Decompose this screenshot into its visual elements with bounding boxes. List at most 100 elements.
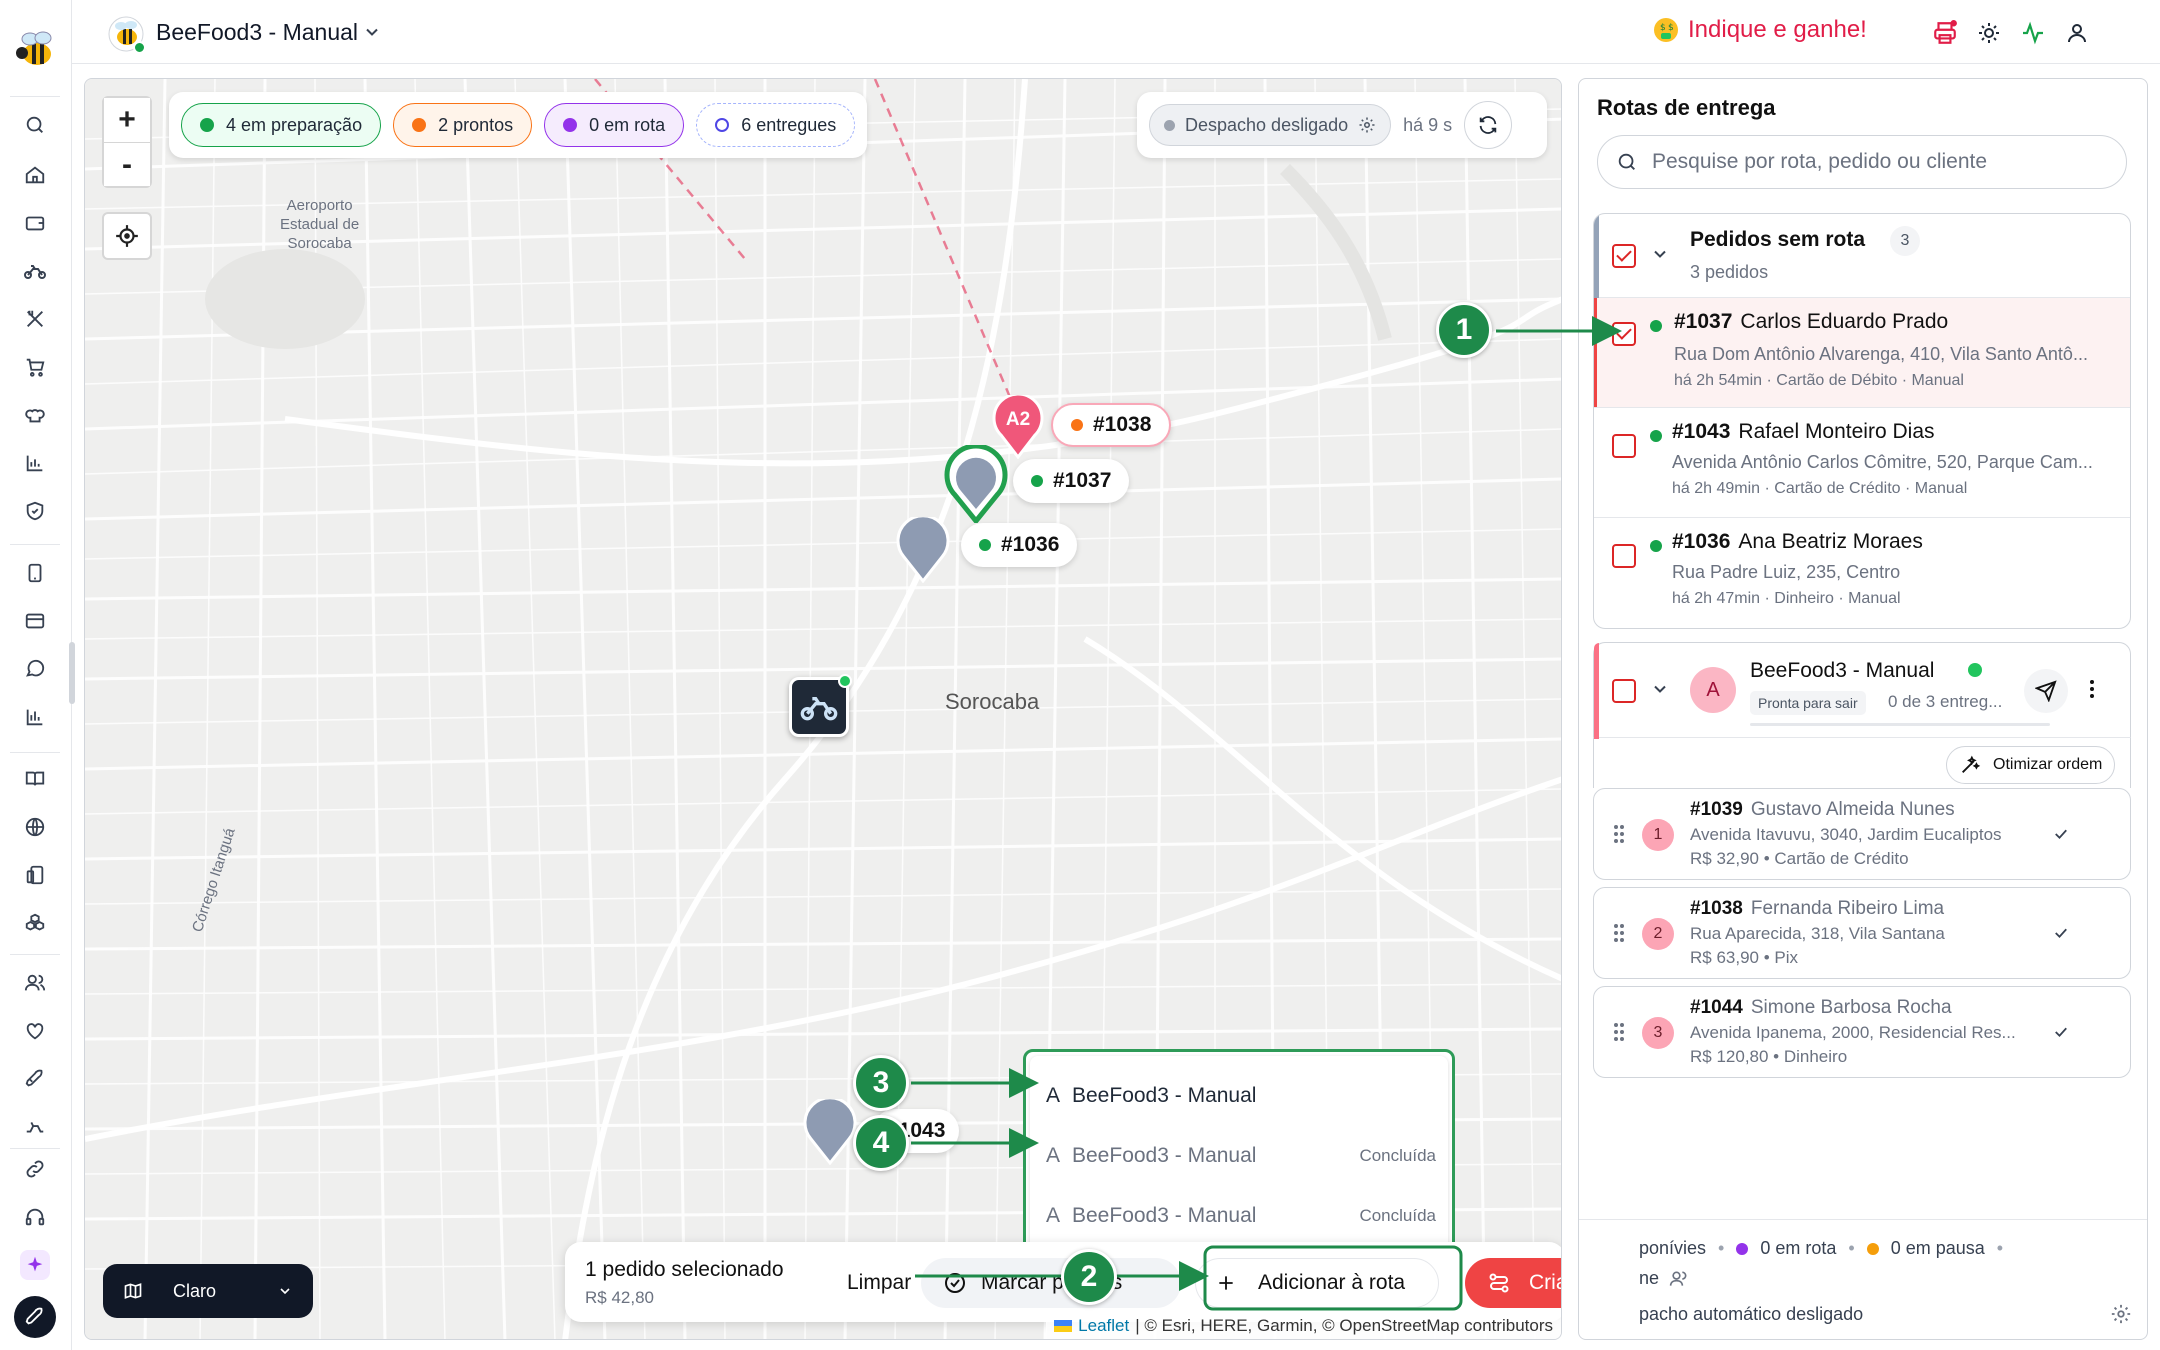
headset-icon[interactable] (20, 1202, 50, 1232)
clear-button[interactable]: Limpar (835, 1260, 923, 1306)
rail-resize-handle[interactable] (69, 642, 75, 704)
rail-divider (10, 954, 60, 955)
locate-icon[interactable] (102, 212, 152, 260)
refresh-icon[interactable] (1464, 101, 1513, 149)
group-header[interactable]: Pedidos sem rota 3 3 pedidos (1594, 214, 2130, 298)
optimize-order-button[interactable]: Otimizar ordem (1946, 746, 2116, 784)
devices-icon[interactable] (20, 860, 50, 890)
create-route-button[interactable]: Criar rota (1465, 1258, 1561, 1308)
motorbike-icon[interactable] (20, 256, 50, 286)
tablet-icon[interactable] (20, 558, 50, 588)
order-pin-1037[interactable] (943, 445, 1009, 523)
order-row[interactable]: #1036 Ana Beatriz Moraes Rua Padre Luiz, … (1594, 518, 2130, 628)
chip-preparing[interactable]: 4 em preparação (181, 103, 382, 147)
link-icon[interactable] (20, 1154, 50, 1184)
mark-ready-button[interactable]: Marcar prontos (921, 1258, 1181, 1308)
order-pin-1036[interactable] (896, 517, 950, 583)
status-dot (1031, 475, 1043, 487)
map-theme-select[interactable]: Claro (103, 1264, 313, 1318)
check-icon[interactable] (2050, 1021, 2072, 1043)
pin-label-1038[interactable]: #1038 (1051, 403, 1172, 447)
store-name[interactable]: BeeFood3 - Manual (156, 19, 358, 46)
delivery-icon[interactable] (20, 1112, 50, 1142)
stop-meta: R$ 32,90 • Cartão de Crédito (1690, 849, 1909, 868)
order-id: #1037 (1674, 310, 1733, 333)
chef-hat-icon[interactable] (20, 400, 50, 430)
chip-in-route[interactable]: 0 em rota (544, 103, 685, 147)
drag-handle-icon[interactable] (1612, 821, 1626, 847)
analytics-icon[interactable] (20, 702, 50, 732)
more-vertical-icon[interactable] (2080, 677, 2104, 701)
zoom-out-button[interactable]: - (104, 142, 150, 186)
sparkles-icon[interactable] (20, 1250, 50, 1280)
pin-label-1036[interactable]: #1036 (961, 523, 1078, 567)
route-stop[interactable]: 3 #1044 Simone Barbosa Rocha Avenida Ipan… (1593, 986, 2131, 1078)
heart-icon[interactable] (20, 1016, 50, 1046)
order-row[interactable]: #1043 Rafael Monteiro Dias Avenida Antôni… (1594, 408, 2130, 518)
shield-icon[interactable] (20, 496, 50, 526)
check-icon[interactable] (2050, 823, 2072, 845)
route-checkbox[interactable] (1612, 679, 1636, 703)
activity-icon[interactable] (2018, 18, 2048, 48)
search-input[interactable] (1652, 150, 2092, 174)
status-dot (200, 118, 214, 132)
order-pin-1043[interactable] (803, 1099, 857, 1165)
utensils-icon[interactable] (20, 304, 50, 334)
stop-number: 3 (1642, 1017, 1674, 1049)
chat-icon[interactable] (20, 654, 50, 684)
order-checkbox[interactable] (1612, 322, 1636, 346)
check-icon[interactable] (2050, 922, 2072, 944)
route-stop[interactable]: 2 #1038 Fernanda Ribeiro Lima Rua Apareci… (1593, 887, 2131, 979)
printer-icon[interactable] (1930, 18, 1960, 48)
zoom-in-button[interactable]: + (104, 98, 150, 142)
add-to-route-button[interactable]: Adicionar à rota (1195, 1258, 1439, 1308)
callout-4: 4 (853, 1115, 909, 1171)
launch-icon[interactable] (14, 1296, 56, 1338)
bee-logo-icon[interactable] (10, 24, 62, 76)
home-icon[interactable] (20, 160, 50, 190)
rocket-icon[interactable] (20, 1064, 50, 1094)
drag-handle-icon[interactable] (1612, 1019, 1626, 1045)
store-avatar[interactable] (108, 16, 146, 54)
users-icon[interactable] (20, 968, 50, 998)
route-option[interactable]: A BeeFood3 - Manual Concluída (1046, 1196, 1436, 1236)
chip-delivered[interactable]: 6 entregues (696, 103, 856, 147)
courier-marker[interactable] (789, 674, 852, 737)
credit-card-icon[interactable] (20, 606, 50, 636)
legend-line: ne (1639, 1268, 1689, 1289)
dispatch-toggle[interactable]: Despacho desligado (1149, 104, 1392, 146)
refer-link[interactable]: $ $ Indique e ganhe! (1652, 16, 1867, 44)
sun-icon[interactable] (1974, 18, 2004, 48)
chip-ready[interactable]: 2 prontos (393, 103, 533, 147)
pin-label-1037[interactable]: #1037 (1013, 459, 1130, 503)
send-icon[interactable] (2024, 669, 2068, 713)
search-icon[interactable] (20, 110, 50, 140)
drag-handle-icon[interactable] (1612, 920, 1626, 946)
stop-meta: R$ 63,90 • Pix (1690, 948, 1799, 967)
book-icon[interactable] (20, 764, 50, 794)
wallet-icon[interactable] (20, 208, 50, 238)
status-dot (1071, 419, 1083, 431)
delivery-map[interactable]: Aeroporto Estadual de Sorocaba Sorocaba … (84, 78, 1562, 1340)
boxes-icon[interactable] (20, 908, 50, 938)
user-icon[interactable] (2062, 18, 2092, 48)
route-stop[interactable]: 1 #1039 Gustavo Almeida Nunes Avenida Ita… (1593, 788, 2131, 880)
chip-label: 6 entregues (741, 114, 837, 135)
cart-icon[interactable] (20, 352, 50, 382)
chevron-down-icon[interactable] (1650, 244, 1670, 264)
chevron-down-icon[interactable] (1650, 679, 1670, 699)
stop-title: #1038 Fernanda Ribeiro Lima (1690, 898, 1944, 920)
order-checkbox[interactable] (1612, 544, 1636, 568)
bar-chart-icon[interactable] (20, 448, 50, 478)
globe-icon[interactable] (20, 812, 50, 842)
route-header[interactable]: A BeeFood3 - Manual Pronta para sair 0 d… (1593, 642, 2131, 739)
route-option[interactable]: A BeeFood3 - Manual (1046, 1076, 1436, 1116)
leaflet-link[interactable]: Leaflet (1078, 1316, 1129, 1336)
money-face-icon: $ $ (1652, 16, 1680, 44)
chevron-down-icon[interactable] (360, 20, 384, 44)
route-option[interactable]: A BeeFood3 - Manual Concluída (1046, 1136, 1436, 1176)
group-checkbox[interactable] (1612, 244, 1636, 268)
order-row[interactable]: #1037 Carlos Eduardo Prado Rua Dom Antôni… (1594, 298, 2130, 408)
gear-icon[interactable] (2109, 1302, 2133, 1326)
order-checkbox[interactable] (1612, 434, 1636, 458)
